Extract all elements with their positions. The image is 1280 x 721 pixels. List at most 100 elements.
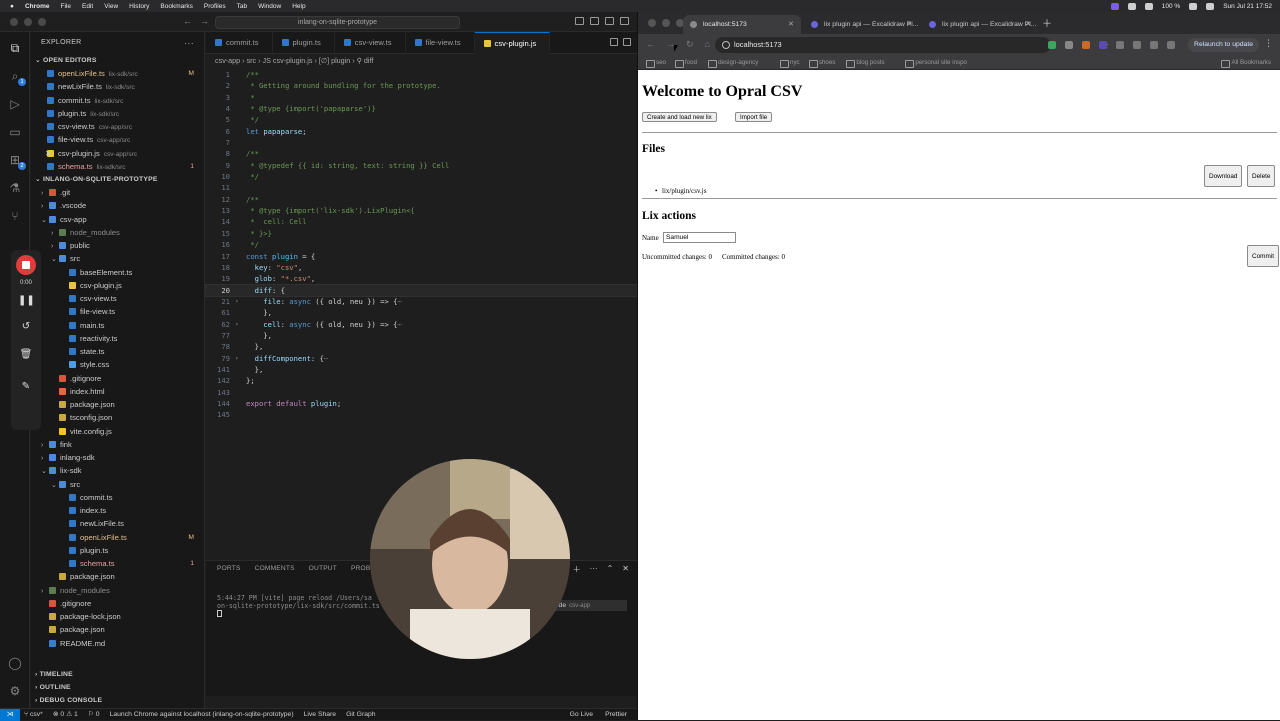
all-bookmarks[interactable]: All Bookmarks — [1221, 56, 1271, 70]
explorer-icon[interactable]: ⧉ — [7, 40, 23, 56]
extension-icon[interactable] — [1133, 41, 1141, 49]
new-terminal-icon[interactable]: ＋ — [573, 564, 581, 575]
relaunch-button[interactable]: Relaunch to update — [1188, 38, 1259, 52]
panel-tab-output[interactable]: OUTPUT — [309, 561, 337, 577]
open-editor-item[interactable]: commit.ts lix-sdk/src — [31, 94, 204, 107]
tree-item[interactable]: › node_modules — [31, 226, 204, 239]
search-icon[interactable] — [1206, 2, 1215, 10]
status-item[interactable]: ⚐ 0 — [88, 709, 100, 720]
browser-tab[interactable]: lix plugin api — Excalidraw Pl... ✕ — [804, 15, 919, 34]
zoom-dot[interactable] — [38, 18, 46, 26]
downloads-icon[interactable] — [1167, 41, 1175, 49]
minimize-dot[interactable] — [24, 18, 32, 26]
tree-item[interactable]: plugin.ts — [31, 544, 204, 557]
tree-item[interactable]: › .vscode — [31, 199, 204, 212]
close-dot[interactable] — [10, 18, 18, 26]
wifi-icon[interactable] — [1144, 2, 1153, 10]
nav-arrows[interactable]: ←→ — [183, 16, 217, 26]
open-editor-item[interactable]: csv-view.ts csv-app/src — [31, 120, 204, 133]
menu-tab[interactable]: Tab — [237, 3, 247, 10]
customize-layout-icon[interactable] — [620, 17, 629, 25]
open-editor-item[interactable]: openLixFile.ts lix-sdk/src M — [31, 67, 204, 80]
panel-tab-comments[interactable]: COMMENTS — [255, 561, 295, 577]
remote-indicator-icon[interactable]: ⋊ — [0, 709, 20, 721]
toggle-panel-icon[interactable] — [590, 17, 599, 25]
menu-chrome[interactable]: Chrome — [25, 3, 50, 10]
breadcrumb[interactable]: csv-app › src › JS csv-plugin.js › [∅] p… — [206, 54, 637, 68]
bookmark-folder[interactable]: personal site inspo — [905, 56, 967, 70]
tree-item[interactable]: .gitignore — [31, 372, 204, 385]
tree-item[interactable]: ⌄ lix-sdk — [31, 464, 204, 477]
reload-icon[interactable]: ↻ — [686, 39, 694, 50]
tree-item[interactable]: vite.config.js — [31, 425, 204, 438]
open-editor-item[interactable]: ✕ csv-plugin.js csv-app/src — [31, 147, 204, 160]
pause-icon[interactable]: ❚❚ — [18, 294, 35, 308]
tree-item[interactable]: package.json — [31, 570, 204, 583]
status-item[interactable]: Go Live — [570, 709, 593, 720]
close-tab-icon[interactable]: ✕ — [906, 15, 912, 34]
command-center[interactable]: inlang-on-sqlite-prototype — [215, 16, 460, 29]
chrome-menu-icon[interactable]: ⋮ — [1264, 38, 1273, 49]
split-editor-icon[interactable] — [610, 38, 618, 46]
tree-item[interactable]: csv-view.ts — [31, 292, 204, 305]
new-tab-icon[interactable]: ＋ — [1042, 15, 1052, 30]
tree-item[interactable]: README.md — [31, 637, 204, 650]
extension-icon[interactable] — [1116, 41, 1124, 49]
import-file-button[interactable]: Import file — [735, 112, 773, 122]
toggle-sidebar-icon[interactable] — [575, 17, 584, 25]
close-tab-icon[interactable]: ✕ — [788, 15, 794, 34]
tree-item[interactable]: ⌄ csv-app — [31, 213, 204, 226]
project-section[interactable]: ⌄ INLANG-ON-SQLITE-PROTOTYPE — [31, 173, 204, 186]
browser-tab[interactable]: localhost:5173 ✕ — [683, 15, 801, 34]
tree-item[interactable]: commit.ts — [31, 491, 204, 504]
section-outline[interactable]: › OUTLINE — [31, 681, 205, 694]
status-item[interactable]: Launch Chrome against localhost (inlang-… — [110, 709, 294, 720]
open-editor-item[interactable]: schema.ts lix-sdk/src 1 — [31, 160, 204, 173]
code-editor[interactable]: 1/** 2 * Getting around bundling for the … — [205, 69, 638, 421]
extensions-puzzle-icon[interactable] — [1150, 41, 1158, 49]
extensions-icon[interactable]: ⊞ 2 — [7, 152, 26, 170]
extension-icon[interactable] — [1082, 41, 1090, 49]
status-item[interactable]: ⊗ 0 ⚠ 1 — [53, 709, 78, 720]
close-tab-icon[interactable]: ✕ — [1025, 15, 1031, 34]
more-actions-icon[interactable] — [623, 38, 631, 46]
testing-icon[interactable]: ⚗ — [7, 180, 23, 196]
menu-bookmarks[interactable]: Bookmarks — [160, 3, 193, 10]
settings-gear-icon[interactable]: ⚙ — [7, 683, 23, 699]
status-item[interactable]: Live Share — [304, 709, 337, 720]
menu-file[interactable]: File — [61, 3, 71, 10]
open-editor-item[interactable]: newLixFile.ts lix-sdk/src — [31, 80, 204, 93]
tree-item[interactable]: › public — [31, 239, 204, 252]
tree-item[interactable]: › .git — [31, 186, 204, 199]
name-input[interactable] — [663, 232, 736, 243]
terminal-output[interactable]: 5:44:27 PM [vite] page reload /Users/sa … — [217, 594, 380, 619]
home-icon[interactable]: ⌂ — [705, 39, 710, 50]
more-icon[interactable]: ··· — [590, 564, 598, 575]
maximize-panel-icon[interactable]: ⌃ — [607, 564, 614, 575]
menu-window[interactable]: Window — [258, 3, 281, 10]
tree-item[interactable]: index.ts — [31, 504, 204, 517]
bookmark-folder[interactable]: nyc — [780, 56, 800, 70]
tree-item[interactable]: style.css — [31, 358, 204, 371]
control-icon[interactable] — [1127, 2, 1136, 10]
apple-icon[interactable]: ● — [10, 3, 14, 10]
trash-icon[interactable]: 🗑 — [18, 348, 34, 362]
extension-icon[interactable] — [1065, 41, 1073, 49]
open-editors-section[interactable]: ⌄ OPEN EDITORS — [31, 54, 204, 67]
tree-item[interactable]: reactivity.ts — [31, 332, 204, 345]
menu-help[interactable]: Help — [292, 3, 305, 10]
tree-item[interactable]: › fink — [31, 438, 204, 451]
status-item[interactable]: Prettier — [605, 709, 627, 720]
tree-item[interactable]: csv-plugin.js — [31, 279, 204, 292]
tree-item[interactable]: main.ts — [31, 319, 204, 332]
minimize-dot[interactable] — [662, 19, 670, 27]
editor-tab[interactable]: csv-view.ts — [335, 32, 406, 54]
tree-item[interactable]: .gitignore — [31, 597, 204, 610]
tree-item[interactable]: openLixFile.ts M — [31, 531, 204, 544]
section-debug-console[interactable]: › DEBUG CONSOLE — [31, 694, 205, 707]
panel-tab-ports[interactable]: PORTS — [217, 561, 241, 577]
branch-status[interactable]: ⑂ csv* — [24, 709, 43, 720]
editor-tab[interactable]: commit.ts — [206, 32, 273, 54]
tree-item[interactable]: ⌄ src — [31, 252, 204, 265]
fold-chevron-icon[interactable]: › — [235, 319, 239, 330]
